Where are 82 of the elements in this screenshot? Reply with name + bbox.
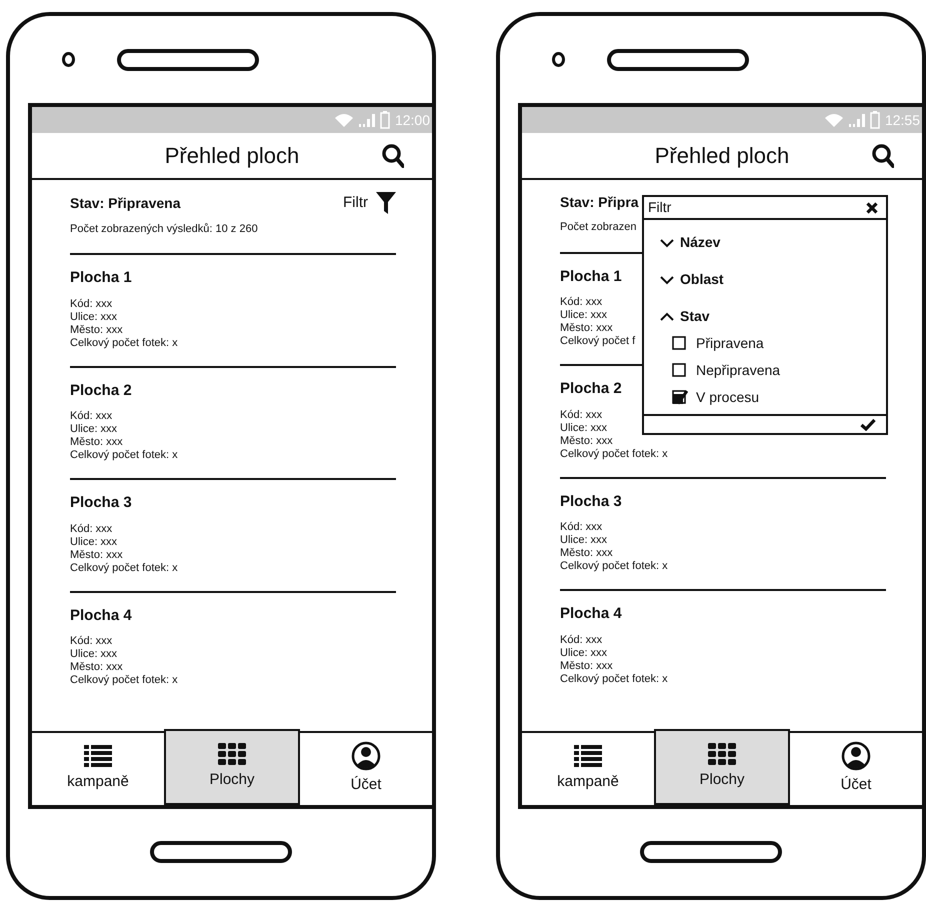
item-title[interactable]: Plocha 3 — [560, 490, 622, 514]
item-detail: Ulice: xxx — [560, 646, 608, 660]
speaker-icon — [607, 48, 749, 71]
grid-icon — [217, 742, 247, 766]
item-title[interactable]: Plocha 3 — [70, 492, 132, 515]
dialog-title: Filtr — [648, 198, 672, 218]
screen-title: Přehled ploch — [164, 142, 300, 170]
item-detail: Celkový počet fotek: x — [560, 672, 668, 686]
item-detail: Celkový počet fotek: x — [70, 336, 178, 350]
item-detail: Kód: xxx — [70, 522, 112, 536]
item-title[interactable]: Plocha 2 — [70, 380, 132, 402]
item-detail: Kód: xxx — [70, 298, 112, 311]
item-detail: Celkový počet fotek: x — [560, 560, 668, 574]
user-icon — [841, 741, 871, 772]
list-icon — [573, 744, 603, 768]
result-count: Počet zobrazených výsledků: 10 z 260 — [70, 222, 258, 237]
nav-tab[interactable]: Plochy — [654, 728, 790, 805]
item-detail: Ulice: xxx — [70, 310, 118, 324]
state-label: Stav: Připra — [560, 193, 639, 212]
filter-section[interactable]: Oblast — [660, 269, 724, 290]
home-button[interactable] — [150, 841, 292, 864]
filter-section[interactable]: Stav — [660, 306, 710, 328]
camera-icon — [552, 52, 565, 68]
option-label: Připravena — [696, 334, 764, 354]
state-label: Stav: Připravena — [70, 194, 180, 213]
item-detail: Kód: xxx — [560, 296, 602, 310]
checkbox[interactable] — [672, 390, 688, 406]
list-icon — [83, 744, 113, 768]
grid-icon — [707, 742, 737, 766]
item-detail: Kód: xxx — [560, 408, 602, 422]
item-detail: Celkový počet fotek: x — [70, 674, 178, 688]
checkbox[interactable] — [672, 336, 688, 352]
checkbox[interactable] — [672, 363, 688, 378]
battery-icon — [380, 111, 390, 130]
item-detail: Ulice: xxx — [70, 423, 118, 436]
option-label: V procesu — [696, 388, 760, 408]
item-detail: Ulice: xxx — [560, 309, 608, 322]
result-count: Počet zobrazen — [560, 220, 636, 236]
filter-icon — [376, 192, 396, 214]
close-icon[interactable] — [866, 202, 878, 214]
item-detail: Město: xxx — [560, 547, 613, 560]
option-label: Nepřipravena — [696, 361, 780, 380]
speaker-icon — [117, 48, 259, 71]
check-icon[interactable] — [860, 418, 876, 432]
item-detail: Celkový počet fotek: x — [560, 448, 668, 461]
item-detail: Celkový počet fotek: x — [70, 562, 178, 575]
item-detail: Kód: xxx — [560, 521, 602, 534]
item-detail: Ulice: xxx — [70, 648, 118, 662]
item-detail: Město: xxx — [560, 434, 613, 448]
item-detail: Město: xxx — [70, 661, 123, 674]
nav-tab[interactable]: Plochy — [164, 728, 300, 805]
item-title[interactable]: Plocha 1 — [560, 266, 622, 288]
camera-icon — [62, 52, 75, 68]
item-detail: Kód: xxx — [70, 635, 112, 648]
item-title[interactable]: Plocha 1 — [70, 267, 132, 290]
item-detail: Město: xxx — [560, 660, 613, 673]
item-detail: Celkový počet fotek: x — [70, 449, 178, 462]
search-icon[interactable] — [872, 144, 894, 168]
item-detail: Kód: xxx — [560, 634, 602, 647]
wifi-icon — [334, 113, 354, 128]
search-icon[interactable] — [382, 144, 404, 168]
item-detail: Město: xxx — [70, 548, 123, 562]
item-detail: Ulice: xxx — [560, 422, 608, 435]
wifi-icon — [824, 113, 844, 128]
filter-link[interactable]: Filtr — [343, 192, 396, 215]
item-detail: Celkový počet f — [560, 335, 636, 348]
signal-icon — [848, 113, 865, 128]
signal-icon — [358, 113, 375, 128]
item-detail: Kód: xxx — [70, 410, 112, 424]
item-detail: Město: xxx — [70, 436, 123, 450]
home-button[interactable] — [640, 841, 782, 864]
item-title[interactable]: Plocha 4 — [560, 603, 622, 626]
item-detail: Město: xxx — [560, 322, 613, 336]
item-detail: Ulice: xxx — [70, 536, 118, 549]
user-icon — [351, 741, 381, 772]
item-title[interactable]: Plocha 4 — [70, 604, 132, 628]
item-title[interactable]: Plocha 2 — [560, 378, 622, 401]
screen-title: Přehled ploch — [654, 142, 790, 170]
battery-icon — [870, 111, 880, 130]
item-detail: Ulice: xxx — [560, 534, 608, 548]
filter-section[interactable]: Název — [660, 232, 720, 254]
item-detail: Město: xxx — [70, 324, 123, 337]
